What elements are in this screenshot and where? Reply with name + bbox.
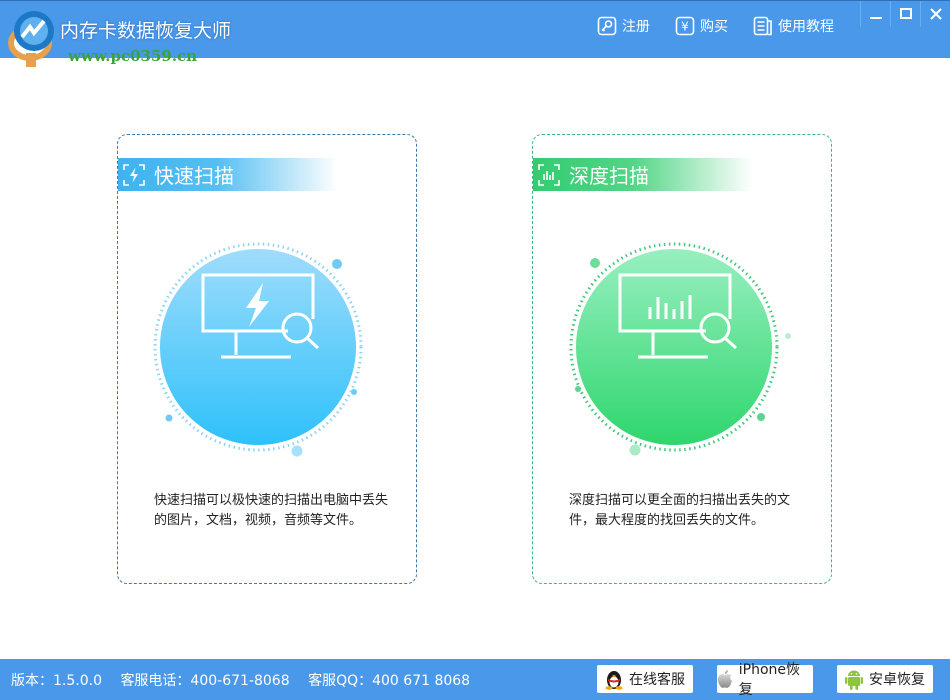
app-title: 内存卡数据恢复大师 xyxy=(60,20,232,42)
quick-scan-illustration[interactable] xyxy=(143,235,393,465)
qq-penguin-icon xyxy=(605,671,623,690)
decor-dot xyxy=(785,333,791,339)
quick-scan-banner[interactable]: 快速扫描 xyxy=(118,158,338,191)
deep-scan-title: 深度扫描 xyxy=(569,164,649,188)
close-icon xyxy=(929,8,942,20)
close-button[interactable] xyxy=(920,1,950,27)
key-icon xyxy=(597,16,617,36)
decor-dot xyxy=(590,258,600,268)
register-label: 注册 xyxy=(622,19,650,35)
deep-scan-illustration[interactable] xyxy=(558,235,808,465)
svg-text:¥: ¥ xyxy=(681,20,689,34)
app-logo-icon xyxy=(8,11,54,67)
iphone-recovery-button[interactable]: iPhone恢复 xyxy=(717,662,813,698)
decor-dot xyxy=(165,414,173,422)
buy-button[interactable]: ¥ 购买 xyxy=(675,16,728,36)
register-button[interactable]: 注册 xyxy=(597,16,650,36)
version-text: 版本：1.5.0.0 xyxy=(11,673,102,689)
support-info: 版本：1.5.0.0 客服电话：400-671-8068 客服QQ：400 67… xyxy=(11,670,484,690)
yuan-icon: ¥ xyxy=(675,16,695,36)
decor-dot xyxy=(291,445,303,457)
online-service-button[interactable]: 在线客服 xyxy=(597,665,693,693)
lightning-icon xyxy=(123,163,145,186)
maximize-button[interactable] xyxy=(890,1,920,27)
tutorial-label: 使用教程 xyxy=(778,19,834,35)
apple-icon xyxy=(717,670,732,688)
window-controls xyxy=(860,1,950,27)
minimize-icon xyxy=(869,17,882,19)
deep-scan-description: 深度扫描可以更全面的扫描出丢失的文件，最大程度的找回丢失的文件。 xyxy=(569,493,791,528)
deep-scan-card[interactable]: 深度扫描 深度扫描可以更全面的扫描出丢失的文件，最大程度的找回丢失的文件。 xyxy=(532,134,832,584)
decor-dot xyxy=(575,386,581,392)
online-service-label: 在线客服 xyxy=(629,672,685,688)
status-bar: 版本：1.5.0.0 客服电话：400-671-8068 客服QQ：400 67… xyxy=(0,659,950,700)
qq-text: 客服QQ：400 671 8068 xyxy=(308,673,471,689)
tutorial-button[interactable]: 使用教程 xyxy=(753,16,834,36)
deep-scan-circle xyxy=(576,249,772,445)
iphone-recovery-label: iPhone恢复 xyxy=(738,662,801,698)
deep-scan-banner[interactable]: 深度扫描 xyxy=(533,158,753,191)
phone-text: 客服电话：400-671-8068 xyxy=(120,673,290,689)
quick-scan-card[interactable]: 快速扫描 快速扫描可以极快速的扫描出电脑中丢失的图片，文档，视频，音频等文件。 xyxy=(117,134,417,584)
buy-label: 购买 xyxy=(700,19,728,35)
android-icon xyxy=(845,670,863,690)
decor-dot xyxy=(629,444,641,456)
bar-chart-icon xyxy=(538,163,560,186)
quick-scan-circle xyxy=(160,249,356,445)
android-recovery-label: 安卓恢复 xyxy=(869,672,925,688)
android-recovery-button[interactable]: 安卓恢复 xyxy=(837,665,933,693)
document-icon xyxy=(753,16,772,36)
minimize-button[interactable] xyxy=(860,1,890,27)
maximize-icon xyxy=(899,8,912,19)
watermark-text: www.pc0359.cn xyxy=(68,47,198,65)
decor-dot xyxy=(757,413,765,421)
decor-dot xyxy=(351,389,357,395)
quick-scan-description: 快速扫描可以极快速的扫描出电脑中丢失的图片，文档，视频，音频等文件。 xyxy=(154,493,389,528)
quick-scan-title: 快速扫描 xyxy=(154,164,234,188)
decor-dot xyxy=(332,259,342,269)
